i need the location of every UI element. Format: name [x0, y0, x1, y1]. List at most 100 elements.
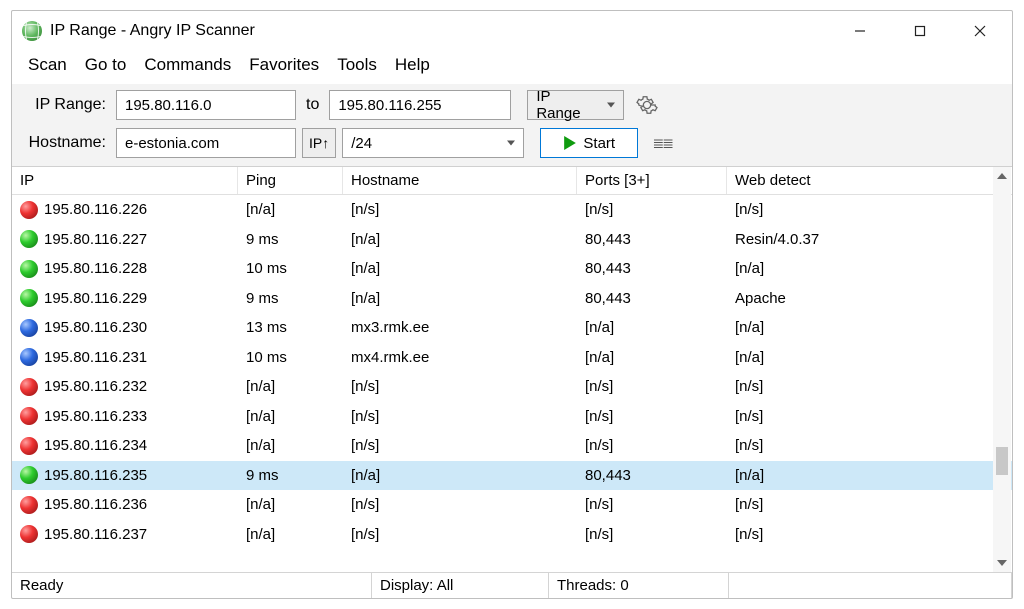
cell-ip: 195.80.116.236	[44, 496, 147, 513]
table-row[interactable]: 195.80.116.23110 msmx4.rmk.ee[n/a][n/a]	[12, 343, 1012, 373]
menu-commands[interactable]: Commands	[136, 53, 239, 77]
table-row[interactable]: 195.80.116.22810 ms[n/a]80,443[n/a]	[12, 254, 1012, 284]
scroll-thumb[interactable]	[996, 447, 1008, 475]
table-row[interactable]: 195.80.116.233[n/a][n/s][n/s][n/s]	[12, 402, 1012, 432]
to-label: to	[302, 96, 323, 114]
cell-ip: 195.80.116.237	[44, 526, 147, 543]
status-dot-icon	[20, 289, 38, 307]
window-title: IP Range - Angry IP Scanner	[50, 22, 255, 40]
cell-ip: 195.80.116.227	[44, 231, 147, 248]
ip-end-input[interactable]	[329, 90, 511, 120]
statusbar: Ready Display: All Threads: 0	[12, 572, 1012, 598]
close-button[interactable]	[950, 13, 1010, 49]
cell-ping: 10 ms	[238, 343, 343, 373]
menu-favorites[interactable]: Favorites	[241, 53, 327, 77]
hostname-input[interactable]	[116, 128, 296, 158]
table-row[interactable]: 195.80.116.2279 ms[n/a]80,443Resin/4.0.3…	[12, 225, 1012, 255]
feeder-select[interactable]: IP Range	[527, 90, 624, 120]
status-empty	[729, 573, 1012, 598]
cell-ping: 13 ms	[238, 313, 343, 343]
start-button[interactable]: Start	[540, 128, 638, 158]
vertical-scrollbar[interactable]	[993, 167, 1011, 572]
cell-ports: 80,443	[577, 254, 727, 284]
status-dot-icon	[20, 496, 38, 514]
status-ready: Ready	[12, 573, 372, 598]
table-row[interactable]: 195.80.116.23013 msmx3.rmk.ee[n/a][n/a]	[12, 313, 1012, 343]
table-row[interactable]: 195.80.116.2299 ms[n/a]80,443Apache	[12, 284, 1012, 314]
cell-hostname: [n/s]	[343, 195, 577, 225]
ip-up-button[interactable]: IP↑	[302, 128, 336, 158]
menubar: Scan Go to Commands Favorites Tools Help	[12, 51, 1012, 83]
cell-ip: 195.80.116.235	[44, 467, 147, 484]
scroll-down-icon[interactable]	[997, 560, 1007, 566]
cell-web: [n/a]	[727, 461, 1012, 491]
col-header-ports[interactable]: Ports [3+]	[577, 167, 727, 194]
cell-ping: [n/a]	[238, 431, 343, 461]
table-row[interactable]: 195.80.116.226[n/a][n/s][n/s][n/s]	[12, 195, 1012, 225]
cell-hostname: [n/a]	[343, 254, 577, 284]
ip-start-input[interactable]	[116, 90, 296, 120]
status-dot-icon	[20, 525, 38, 543]
cell-ports: [n/s]	[577, 372, 727, 402]
cell-ports: 80,443	[577, 284, 727, 314]
table-row[interactable]: 195.80.116.232[n/a][n/s][n/s][n/s]	[12, 372, 1012, 402]
start-label: Start	[583, 135, 615, 152]
cell-ping: 9 ms	[238, 284, 343, 314]
cell-web: [n/a]	[727, 343, 1012, 373]
cell-ping: [n/a]	[238, 372, 343, 402]
status-dot-icon	[20, 319, 38, 337]
fetchers-button[interactable]: ≣≣	[650, 128, 678, 158]
cell-ports: [n/s]	[577, 402, 727, 432]
cell-ports: [n/s]	[577, 490, 727, 520]
cell-hostname: [n/s]	[343, 520, 577, 550]
table-row[interactable]: 195.80.116.237[n/a][n/s][n/s][n/s]	[12, 520, 1012, 550]
col-header-ip[interactable]: IP	[12, 167, 238, 194]
maximize-button[interactable]	[890, 13, 950, 49]
cell-hostname: [n/a]	[343, 461, 577, 491]
cell-ports: [n/s]	[577, 520, 727, 550]
cell-web: [n/s]	[727, 372, 1012, 402]
cell-web: [n/s]	[727, 195, 1012, 225]
status-dot-icon	[20, 201, 38, 219]
cell-ip: 195.80.116.234	[44, 437, 147, 454]
cell-ip: 195.80.116.229	[44, 290, 147, 307]
menu-goto[interactable]: Go to	[77, 53, 135, 77]
cell-ip: 195.80.116.232	[44, 378, 147, 395]
status-threads: Threads: 0	[549, 573, 729, 598]
scroll-up-icon[interactable]	[997, 173, 1007, 179]
menu-help[interactable]: Help	[387, 53, 438, 77]
menu-tools[interactable]: Tools	[329, 53, 385, 77]
cell-web: [n/s]	[727, 402, 1012, 432]
table-row[interactable]: 195.80.116.2359 ms[n/a]80,443[n/a]	[12, 461, 1012, 491]
cell-web: [n/s]	[727, 520, 1012, 550]
cell-ports: [n/a]	[577, 343, 727, 373]
netmask-select[interactable]: /24	[342, 128, 524, 158]
status-dot-icon	[20, 378, 38, 396]
status-dot-icon	[20, 407, 38, 425]
col-header-ping[interactable]: Ping	[238, 167, 343, 194]
titlebar: IP Range - Angry IP Scanner	[12, 11, 1012, 51]
cell-ping: 10 ms	[238, 254, 343, 284]
table-row[interactable]: 195.80.116.234[n/a][n/s][n/s][n/s]	[12, 431, 1012, 461]
cell-web: Apache	[727, 284, 1012, 314]
col-header-hostname[interactable]: Hostname	[343, 167, 577, 194]
cell-ports: [n/s]	[577, 431, 727, 461]
ip-range-label: IP Range:	[22, 96, 110, 114]
cell-ports: [n/a]	[577, 313, 727, 343]
cell-web: [n/s]	[727, 490, 1012, 520]
col-header-web[interactable]: Web detect	[727, 167, 1012, 194]
cell-web: [n/a]	[727, 313, 1012, 343]
toolbar: IP Range: to IP Range Hostname: IP↑ /24 …	[12, 83, 1012, 166]
table-row[interactable]: 195.80.116.236[n/a][n/s][n/s][n/s]	[12, 490, 1012, 520]
minimize-button[interactable]	[830, 13, 890, 49]
settings-button[interactable]	[632, 90, 662, 120]
cell-ping: [n/a]	[238, 490, 343, 520]
status-dot-icon	[20, 437, 38, 455]
cell-ping: [n/a]	[238, 402, 343, 432]
table-header: IP Ping Hostname Ports [3+] Web detect	[12, 167, 1012, 195]
cell-hostname: [n/s]	[343, 372, 577, 402]
cell-ip: 195.80.116.231	[44, 349, 147, 366]
cell-hostname: [n/s]	[343, 402, 577, 432]
cell-web: [n/a]	[727, 254, 1012, 284]
menu-scan[interactable]: Scan	[20, 53, 75, 77]
